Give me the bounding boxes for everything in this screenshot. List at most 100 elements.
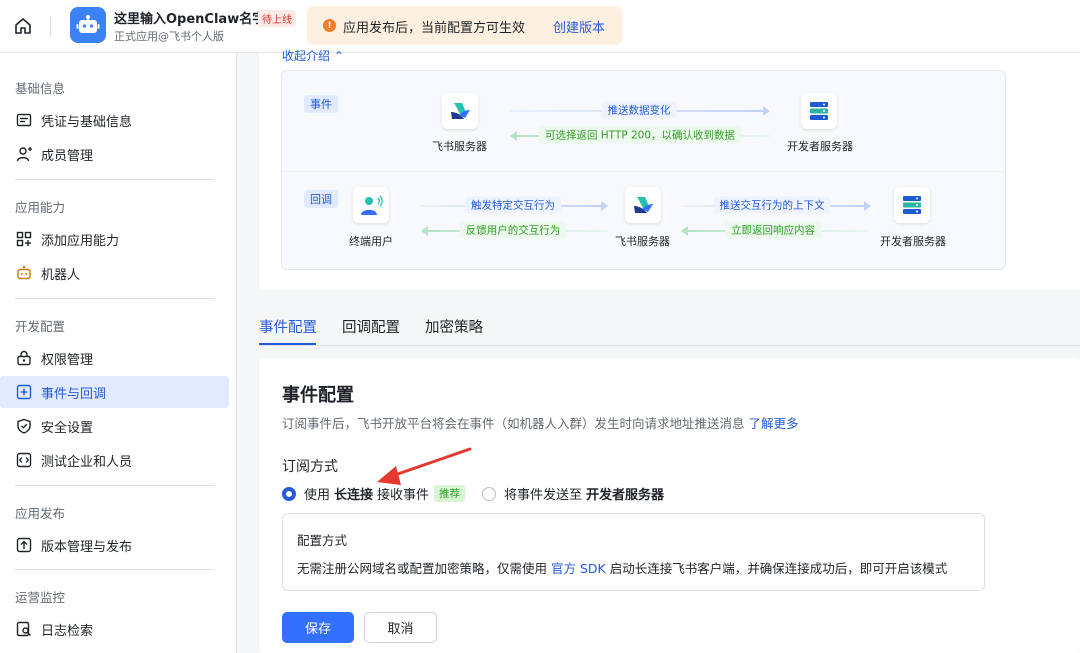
main-content: 收起介绍 ⌃ 事件 飞书服务器 推送数据变化 可选择返回 HTTP 200，以确… <box>237 49 1080 653</box>
create-version-link[interactable]: 创建版本 <box>553 17 605 36</box>
arrow-label: 立即返回响应内容 <box>725 221 821 239</box>
recommended-badge: 推荐 <box>434 485 466 502</box>
sidebar-divider <box>15 179 214 180</box>
node-label: 终端用户 <box>349 235 393 248</box>
save-button[interactable]: 保存 <box>282 612 354 643</box>
sidebar-section-title: 基础信息 <box>15 81 66 96</box>
radio-developer-server[interactable]: 将事件发送至 开发者服务器 <box>482 484 668 503</box>
intro-card: 收起介绍 ⌃ 事件 飞书服务器 推送数据变化 可选择返回 HTTP 200，以确… <box>259 49 1080 290</box>
option-text: 使用 <box>304 488 331 503</box>
sidebar-item-permissions[interactable]: 权限管理 <box>0 342 229 374</box>
event-icon <box>15 383 33 401</box>
header-divider <box>50 16 51 36</box>
sidebar-item-label: 成员管理 <box>41 148 94 164</box>
radio-unchecked-icon[interactable] <box>482 486 496 501</box>
sidebar-divider <box>15 569 214 570</box>
section-title: 事件配置 <box>282 385 354 406</box>
sidebar-section-title: 应用能力 <box>15 200 66 215</box>
sidebar-item-robot[interactable]: 机器人 <box>0 257 229 289</box>
sidebar-item-security[interactable]: 安全设置 <box>0 410 229 442</box>
app-name: 这里输入OpenClaw名字 <box>114 12 266 27</box>
feishu-server-icon <box>625 187 661 223</box>
flow-diagram: 事件 飞书服务器 推送数据变化 可选择返回 HTTP 200，以确认收到数据 开… <box>281 70 1006 270</box>
arrow-label: 触发特定交互行为 <box>465 196 561 214</box>
credential-icon <box>15 111 33 129</box>
lock-icon <box>15 349 33 367</box>
node-label: 开发者服务器 <box>787 140 853 153</box>
app-robot-icon <box>70 7 106 43</box>
sidebar-item-label: 凭证与基础信息 <box>41 114 133 130</box>
active-tab-indicator <box>259 343 316 345</box>
publish-notice: ! 应用发布后，当前配置方可生效 创建版本 <box>307 6 622 45</box>
description-text: 订阅事件后，飞书开放平台将会在事件（如机器人入群）发生时向请求地址推送消息 <box>282 416 745 431</box>
arrow-label: 推送交互行为的上下文 <box>713 196 831 214</box>
tab-encryption[interactable]: 加密策略 <box>425 316 483 337</box>
sidebar-item-label: 机器人 <box>41 267 81 283</box>
option-text: 接收事件 <box>377 488 430 503</box>
flow-row-divider <box>282 171 1005 172</box>
config-method-text: 无需注册公网域名或配置加密策略，仅需使用 官方 SDK 启动长连接飞书客户端，并… <box>297 558 947 577</box>
node-label: 开发者服务器 <box>880 235 946 248</box>
config-method-title: 配置方式 <box>297 533 348 548</box>
feishu-server-icon <box>442 93 478 129</box>
sidebar-item-label: 版本管理与发布 <box>41 539 133 555</box>
official-sdk-link[interactable]: 官方 SDK <box>551 561 606 576</box>
tab-callback-config[interactable]: 回调配置 <box>342 316 400 337</box>
collapse-intro-link[interactable]: 收起介绍 ⌃ <box>282 47 344 64</box>
sidebar-section-title: 开发配置 <box>15 319 66 334</box>
radio-checked-icon[interactable] <box>282 486 296 501</box>
option-bold-text: 开发者服务器 <box>586 488 665 503</box>
developer-server-icon <box>801 93 837 129</box>
app-subtitle: 正式应用@飞书个人版 <box>114 30 224 43</box>
method-text: 启动长连接飞书客户端，并确保连接成功后，即可开启该模式 <box>609 561 948 576</box>
event-tag: 事件 <box>304 95 338 113</box>
sidebar-section-title: 应用发布 <box>15 506 66 521</box>
sidebar-item-log-search[interactable]: 日志检索 <box>0 613 229 645</box>
sidebar-item-label: 事件与回调 <box>41 386 107 402</box>
member-icon <box>15 145 33 163</box>
sidebar-item-versions[interactable]: 版本管理与发布 <box>0 529 229 561</box>
robot-icon <box>15 264 33 282</box>
app-status-badge: 待上线 <box>258 10 296 27</box>
top-header: 这里输入OpenClaw名字 待上线 正式应用@飞书个人版 ! 应用发布后，当前… <box>0 0 1080 53</box>
sidebar-item-add-capability[interactable]: 添加应用能力 <box>0 223 229 255</box>
sidebar-section-title: 运营监控 <box>15 590 66 605</box>
event-config-card: 事件配置 订阅事件后，飞书开放平台将会在事件（如机器人入群）发生时向请求地址推送… <box>259 358 1080 653</box>
option-bold-text: 长连接 <box>334 488 374 503</box>
node-label: 飞书服务器 <box>615 235 670 248</box>
sidebar-item-credentials[interactable]: 凭证与基础信息 <box>0 104 229 136</box>
arrow-label: 可选择返回 HTTP 200，以确认收到数据 <box>538 126 742 144</box>
home-icon[interactable] <box>12 15 34 37</box>
subscription-mode-label: 订阅方式 <box>282 459 338 475</box>
config-method-box: 配置方式 无需注册公网域名或配置加密策略，仅需使用 官方 SDK 启动长连接飞书… <box>282 513 985 591</box>
sidebar-divider <box>15 298 214 299</box>
callback-tag: 回调 <box>304 190 338 208</box>
config-tabs: 事件配置 回调配置 加密策略 <box>259 308 1080 346</box>
shield-icon <box>15 417 33 435</box>
code-icon <box>15 451 33 469</box>
arrow-label: 反馈用户的交互行为 <box>459 221 567 239</box>
radio-long-connection[interactable]: 使用 长连接 接收事件 推荐 <box>282 484 466 503</box>
sidebar-item-label: 测试企业和人员 <box>41 454 133 470</box>
sidebar: 基础信息 凭证与基础信息 成员管理 应用能力 添加应用能力 机器人 开发配置 权… <box>0 53 237 653</box>
log-search-icon <box>15 620 33 638</box>
developer-server-icon <box>894 187 930 223</box>
grid-icon <box>15 230 33 248</box>
sidebar-item-label: 添加应用能力 <box>41 233 120 249</box>
learn-more-link[interactable]: 了解更多 <box>749 416 799 431</box>
sidebar-item-label: 权限管理 <box>41 352 94 368</box>
notice-text: 应用发布后，当前配置方可生效 <box>343 21 526 36</box>
user-icon <box>353 187 389 223</box>
tab-event-config[interactable]: 事件配置 <box>259 316 317 337</box>
method-text: 无需注册公网域名或配置加密策略，仅需使用 <box>297 561 548 576</box>
cancel-button[interactable]: 取消 <box>364 612 437 643</box>
sidebar-item-members[interactable]: 成员管理 <box>0 138 229 170</box>
warning-icon: ! <box>323 19 336 32</box>
node-label: 飞书服务器 <box>432 140 487 153</box>
sidebar-item-test-orgs[interactable]: 测试企业和人员 <box>0 444 229 476</box>
arrow-label: 推送数据变化 <box>601 101 677 119</box>
upload-icon <box>15 536 33 554</box>
sidebar-item-events-callbacks[interactable]: 事件与回调 <box>0 376 229 408</box>
sidebar-item-label: 日志检索 <box>41 623 94 639</box>
sidebar-divider <box>15 485 214 486</box>
